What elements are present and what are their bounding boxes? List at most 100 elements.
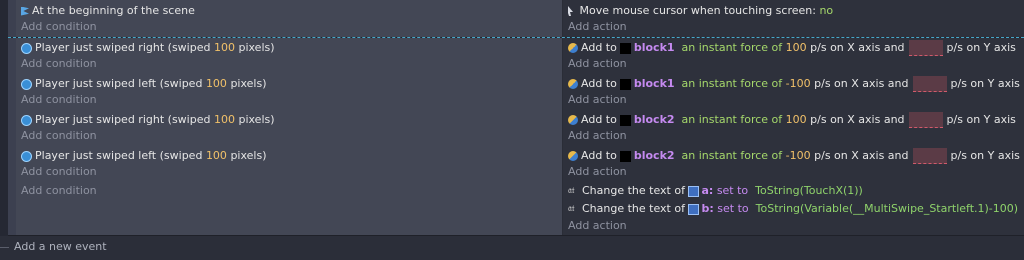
action-prefix: Add to — [581, 77, 617, 90]
object-name[interactable]: block1 — [634, 77, 675, 90]
expression-value[interactable]: ToString(Variable(__MultiSwipe_Startleft… — [756, 202, 1018, 215]
action-text: p/s on Y axis — [946, 113, 1016, 126]
actions-column[interactable]: Add to block2 an instant force of -100 p/… — [563, 145, 1024, 181]
add-action-link[interactable]: Add action — [568, 92, 627, 108]
operator-keyword: set to — [717, 202, 749, 215]
event-drag-handle[interactable] — [8, 109, 16, 145]
action-text: p/s on Y axis — [950, 77, 1020, 90]
action-prefix: Add to — [581, 41, 617, 54]
conditions-column[interactable]: Player just swiped left (swiped 100 pixe… — [16, 73, 563, 109]
action-item[interactable]: Move mouse cursor when touching screen: … — [568, 3, 833, 19]
condition-item[interactable]: Player just swiped left (swiped 100 pixe… — [21, 76, 267, 92]
add-condition-link[interactable]: Add condition — [21, 56, 97, 72]
action-item[interactable]: Add to block1 an instant force of 100 p/s… — [568, 40, 1016, 56]
force-icon — [568, 115, 578, 125]
actions-column[interactable]: Move mouse cursor when touching screen: … — [563, 0, 1024, 37]
condition-unit: pixels) — [230, 77, 267, 90]
condition-item[interactable]: Player just swiped right (swiped 100 pix… — [21, 112, 275, 128]
swipe-distance[interactable]: 100 — [214, 41, 235, 54]
action-item[interactable]: 𝔞𝔱 Change the text of b: set to ToString(… — [568, 201, 1018, 217]
add-condition-link[interactable]: Add condition — [21, 128, 97, 144]
action-keyword: an instant force of — [681, 41, 783, 54]
action-text: Change the text of — [582, 202, 685, 215]
swipe-distance[interactable]: 100 — [214, 113, 235, 126]
event-drag-handle[interactable] — [8, 0, 16, 37]
add-condition-link[interactable]: Add condition — [21, 183, 97, 199]
object-name[interactable]: block2 — [634, 113, 675, 126]
add-condition-link[interactable]: Add condition — [21, 92, 97, 108]
event-row[interactable]: Player just swiped left (swiped 100 pixe… — [8, 145, 1024, 182]
force-icon — [568, 151, 578, 161]
object-name[interactable]: block1 — [634, 41, 675, 54]
swipe-condition-icon — [21, 78, 32, 90]
condition-item[interactable]: Player just swiped left (swiped 100 pixe… — [21, 148, 267, 164]
action-item[interactable]: 𝔞𝔱 Change the text of a: set to ToString(… — [568, 183, 863, 199]
add-condition-link[interactable]: Add condition — [21, 164, 97, 180]
conditions-column[interactable]: Player just swiped left (swiped 100 pixe… — [16, 145, 563, 181]
action-text: p/s on X axis and — [810, 41, 905, 54]
scene-start-icon — [21, 6, 29, 16]
expression-value[interactable]: ToString(TouchX(1)) — [755, 184, 863, 197]
actions-column[interactable]: Add to block1 an instant force of 100 p/s… — [563, 38, 1024, 73]
swipe-distance[interactable]: 100 — [206, 77, 227, 90]
condition-unit: pixels) — [230, 149, 267, 162]
force-x-value[interactable]: 100 — [786, 113, 807, 126]
event-row[interactable]: Player just swiped left (swiped 100 pixe… — [8, 73, 1024, 110]
conditions-column[interactable]: Add condition — [16, 181, 563, 235]
conditions-column[interactable]: Player just swiped right (swiped 100 pix… — [16, 38, 563, 73]
swipe-distance[interactable]: 100 — [206, 149, 227, 162]
action-value[interactable]: no — [819, 4, 833, 17]
condition-item[interactable]: At the beginning of the scene — [21, 3, 195, 19]
action-item[interactable]: Add to block1 an instant force of -100 p/… — [568, 76, 1020, 92]
event-drag-handle[interactable] — [8, 73, 16, 109]
event-drag-handle[interactable] — [8, 38, 16, 73]
event-row[interactable]: Add condition 𝔞𝔱 Change the text of a: se… — [8, 181, 1024, 236]
text-icon: 𝔞𝔱 — [568, 186, 575, 196]
conditions-column[interactable]: At the beginning of the scene Add condit… — [16, 0, 563, 37]
mouse-cursor-icon — [568, 6, 573, 16]
action-text: p/s on X axis and — [814, 149, 909, 162]
force-x-value[interactable]: 100 — [786, 41, 807, 54]
force-y-field[interactable] — [912, 76, 947, 92]
add-new-event-link[interactable]: Add a new event — [14, 240, 107, 253]
action-keyword: an instant force of — [681, 113, 783, 126]
event-row[interactable]: Player just swiped right (swiped 100 pix… — [8, 109, 1024, 146]
add-condition-link[interactable]: Add condition — [21, 19, 97, 35]
operator-keyword: set to — [716, 184, 749, 197]
force-x-value[interactable]: -100 — [786, 77, 811, 90]
swipe-condition-icon — [21, 150, 32, 162]
swipe-condition-icon — [21, 114, 32, 126]
add-action-link[interactable]: Add action — [568, 218, 627, 234]
actions-column[interactable]: Add to block1 an instant force of -100 p/… — [563, 73, 1024, 109]
add-action-link[interactable]: Add action — [568, 128, 627, 144]
action-text: p/s on X axis and — [810, 113, 905, 126]
event-row[interactable]: At the beginning of the scene Add condit… — [8, 0, 1024, 38]
action-item[interactable]: Add to block2 an instant force of -100 p/… — [568, 148, 1020, 164]
add-action-link[interactable]: Add action — [568, 56, 627, 72]
condition-text: Player just swiped left (swiped — [35, 77, 203, 90]
object-name[interactable]: a: — [701, 184, 713, 197]
object-name[interactable]: b: — [701, 202, 713, 215]
action-prefix: Add to — [581, 113, 617, 126]
action-text: p/s on X axis and — [814, 77, 909, 90]
condition-item[interactable]: Player just swiped right (swiped 100 pix… — [21, 40, 275, 56]
text-icon: 𝔞𝔱 — [568, 204, 575, 214]
event-drag-handle[interactable] — [8, 145, 16, 181]
event-row[interactable]: Player just swiped right (swiped 100 pix… — [8, 37, 1024, 74]
actions-column[interactable]: Add to block2 an instant force of 100 p/s… — [563, 109, 1024, 145]
actions-column[interactable]: 𝔞𝔱 Change the text of a: set to ToString(… — [563, 181, 1024, 235]
action-item[interactable]: Add to block2 an instant force of 100 p/s… — [568, 112, 1016, 128]
add-action-link[interactable]: Add action — [568, 19, 627, 35]
force-y-field[interactable] — [912, 148, 947, 164]
condition-text: Player just swiped right (swiped — [35, 113, 211, 126]
conditions-column[interactable]: Player just swiped right (swiped 100 pix… — [16, 109, 563, 145]
force-y-field[interactable] — [908, 40, 943, 56]
force-x-value[interactable]: -100 — [786, 149, 811, 162]
action-keyword: an instant force of — [681, 149, 783, 162]
object-thumbnail — [619, 42, 631, 54]
force-y-field[interactable] — [908, 112, 943, 128]
events-gutter — [0, 0, 8, 236]
event-drag-handle[interactable] — [8, 181, 16, 235]
add-action-link[interactable]: Add action — [568, 164, 627, 180]
object-name[interactable]: block2 — [634, 149, 675, 162]
